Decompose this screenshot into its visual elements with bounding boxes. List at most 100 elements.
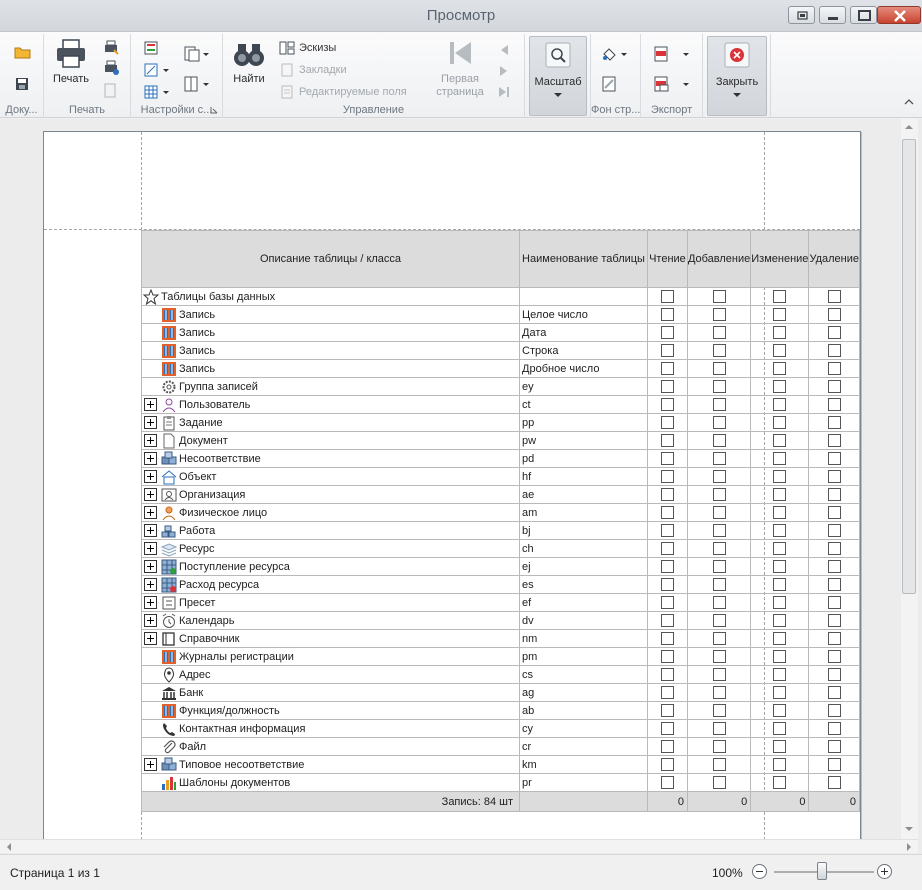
read-checkbox[interactable] bbox=[660, 524, 674, 537]
delete-checkbox[interactable] bbox=[827, 632, 841, 645]
edit-checkbox[interactable] bbox=[773, 740, 787, 753]
delete-checkbox[interactable] bbox=[827, 650, 841, 663]
watermark-button[interactable] bbox=[601, 74, 617, 94]
delete-checkbox[interactable] bbox=[827, 344, 841, 357]
last-page-button[interactable] bbox=[497, 82, 511, 102]
edit-checkbox[interactable] bbox=[773, 326, 787, 339]
add-checkbox[interactable] bbox=[712, 668, 726, 681]
vertical-scroll-thumb[interactable] bbox=[902, 139, 916, 594]
close-preview-button[interactable]: Закрыть bbox=[707, 36, 767, 116]
read-checkbox[interactable] bbox=[660, 560, 674, 573]
page-setup-disabled-button[interactable] bbox=[102, 80, 118, 100]
edit-checkbox[interactable] bbox=[773, 632, 787, 645]
add-checkbox[interactable] bbox=[712, 596, 726, 609]
maximize-button[interactable] bbox=[850, 6, 877, 24]
delete-checkbox[interactable] bbox=[827, 290, 841, 303]
read-checkbox[interactable] bbox=[660, 362, 674, 375]
expand-toggle[interactable] bbox=[144, 560, 157, 573]
add-checkbox[interactable] bbox=[712, 308, 726, 321]
add-checkbox[interactable] bbox=[712, 776, 726, 789]
add-checkbox[interactable] bbox=[712, 452, 726, 465]
read-checkbox[interactable] bbox=[660, 686, 674, 699]
add-checkbox[interactable] bbox=[712, 650, 726, 663]
delete-checkbox[interactable] bbox=[827, 326, 841, 339]
add-checkbox[interactable] bbox=[712, 722, 726, 735]
add-checkbox[interactable] bbox=[712, 524, 726, 537]
delete-checkbox[interactable] bbox=[827, 470, 841, 483]
delete-checkbox[interactable] bbox=[827, 758, 841, 771]
print-button[interactable]: Печать bbox=[50, 38, 92, 86]
save-button[interactable] bbox=[14, 74, 30, 94]
delete-checkbox[interactable] bbox=[827, 560, 841, 573]
delete-checkbox[interactable] bbox=[827, 380, 841, 393]
add-checkbox[interactable] bbox=[712, 506, 726, 519]
scale-button[interactable] bbox=[143, 82, 171, 102]
read-checkbox[interactable] bbox=[660, 668, 674, 681]
minimize-button[interactable] bbox=[819, 6, 846, 24]
expand-toggle[interactable] bbox=[144, 434, 157, 447]
zoom-button[interactable]: Масштаб bbox=[529, 36, 587, 116]
read-checkbox[interactable] bbox=[660, 506, 674, 519]
read-checkbox[interactable] bbox=[660, 632, 674, 645]
add-checkbox[interactable] bbox=[712, 614, 726, 627]
add-checkbox[interactable] bbox=[712, 542, 726, 555]
read-checkbox[interactable] bbox=[660, 542, 674, 555]
add-checkbox[interactable] bbox=[712, 632, 726, 645]
expand-toggle[interactable] bbox=[144, 470, 157, 483]
edit-checkbox[interactable] bbox=[773, 434, 787, 447]
read-checkbox[interactable] bbox=[660, 596, 674, 609]
edit-checkbox[interactable] bbox=[773, 650, 787, 663]
delete-checkbox[interactable] bbox=[827, 776, 841, 789]
delete-checkbox[interactable] bbox=[827, 524, 841, 537]
horizontal-scrollbar[interactable] bbox=[0, 839, 918, 853]
edit-checkbox[interactable] bbox=[773, 290, 787, 303]
next-page-button[interactable] bbox=[497, 61, 511, 81]
page-size-button[interactable] bbox=[183, 44, 211, 64]
add-checkbox[interactable] bbox=[712, 704, 726, 717]
read-checkbox[interactable] bbox=[660, 758, 674, 771]
expand-toggle[interactable] bbox=[144, 758, 157, 771]
delete-checkbox[interactable] bbox=[827, 362, 841, 375]
edit-checkbox[interactable] bbox=[773, 380, 787, 393]
delete-checkbox[interactable] bbox=[827, 506, 841, 519]
delete-checkbox[interactable] bbox=[827, 542, 841, 555]
add-checkbox[interactable] bbox=[712, 470, 726, 483]
read-checkbox[interactable] bbox=[660, 614, 674, 627]
edit-checkbox[interactable] bbox=[773, 560, 787, 573]
edit-checkbox[interactable] bbox=[773, 614, 787, 627]
zoom-slider-thumb[interactable] bbox=[817, 862, 827, 880]
edit-checkbox[interactable] bbox=[773, 686, 787, 699]
add-checkbox[interactable] bbox=[712, 434, 726, 447]
read-checkbox[interactable] bbox=[660, 776, 674, 789]
read-checkbox[interactable] bbox=[660, 290, 674, 303]
edit-checkbox[interactable] bbox=[773, 452, 787, 465]
read-checkbox[interactable] bbox=[660, 344, 674, 357]
print-options-button[interactable] bbox=[102, 58, 120, 78]
bookmarks-button[interactable]: Закладки bbox=[279, 60, 347, 80]
add-checkbox[interactable] bbox=[712, 686, 726, 699]
delete-checkbox[interactable] bbox=[827, 434, 841, 447]
edit-checkbox[interactable] bbox=[773, 488, 787, 501]
quick-print-button[interactable] bbox=[102, 38, 120, 58]
send-email-button[interactable] bbox=[653, 74, 693, 94]
add-checkbox[interactable] bbox=[712, 488, 726, 501]
edit-checkbox[interactable] bbox=[773, 722, 787, 735]
edit-checkbox[interactable] bbox=[773, 704, 787, 717]
export-pdf-button[interactable] bbox=[653, 44, 693, 64]
read-checkbox[interactable] bbox=[660, 578, 674, 591]
edit-checkbox[interactable] bbox=[773, 362, 787, 375]
edit-checkbox[interactable] bbox=[773, 416, 787, 429]
zoom-in-button[interactable] bbox=[877, 864, 892, 879]
read-checkbox[interactable] bbox=[660, 488, 674, 501]
read-checkbox[interactable] bbox=[660, 398, 674, 411]
delete-checkbox[interactable] bbox=[827, 686, 841, 699]
edit-checkbox[interactable] bbox=[773, 596, 787, 609]
read-checkbox[interactable] bbox=[660, 722, 674, 735]
page-color-button[interactable] bbox=[601, 44, 631, 64]
find-button[interactable]: Найти bbox=[229, 38, 269, 86]
expand-toggle[interactable] bbox=[144, 488, 157, 501]
expand-toggle[interactable] bbox=[144, 578, 157, 591]
expand-toggle[interactable] bbox=[144, 542, 157, 555]
read-checkbox[interactable] bbox=[660, 470, 674, 483]
columns-button[interactable] bbox=[183, 74, 211, 94]
